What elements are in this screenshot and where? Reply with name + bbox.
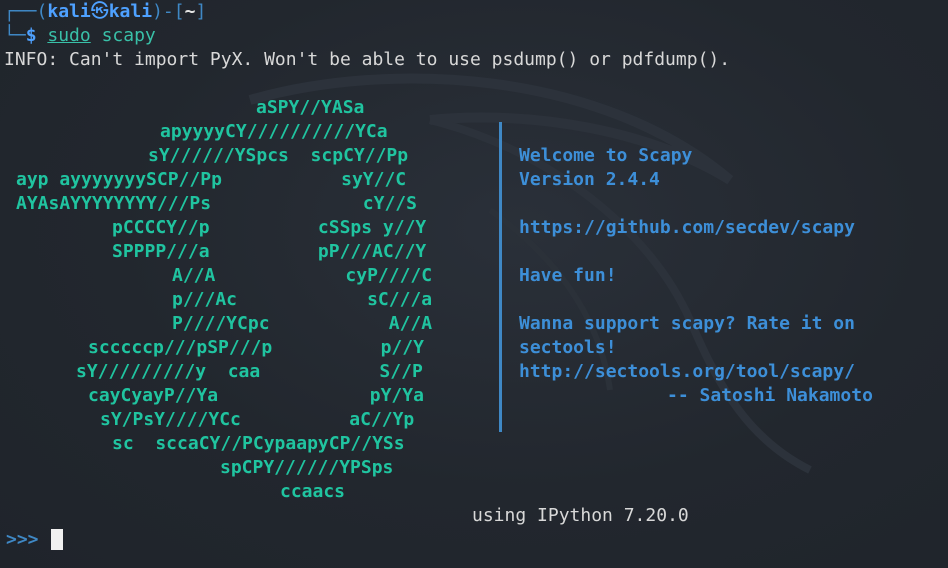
- ascii-art-line: cayCyayP//Ya pY/Ya: [88, 385, 424, 406]
- info-message: INFO: Can't import PyX. Won't be able to…: [4, 49, 731, 70]
- welcome-sectools-link[interactable]: http://sectools.org/tool/scapy/: [519, 360, 855, 384]
- ascii-art-line: sY//////YSpcs scpCY//Pp: [148, 145, 409, 166]
- ascii-art-line: spCPY//////YPSps: [220, 457, 394, 478]
- ascii-art-line: sY/////////y caa S//P: [76, 361, 423, 382]
- welcome-sectools-line: sectools!: [519, 337, 617, 358]
- ascii-art-line: p///Ac sC///a: [172, 289, 433, 310]
- welcome-divider-bar: [499, 122, 502, 432]
- text-cursor: [51, 529, 63, 550]
- ascii-art-line: scccccp///pSP///p p//Y: [88, 337, 424, 358]
- repl-prompt[interactable]: >>>: [6, 528, 39, 552]
- command-scapy: scapy: [101, 25, 156, 46]
- shell-prompt-header: ┌──(kali㉿kali)-[~]: [4, 0, 206, 24]
- prompt-skull-icon: ㉿: [90, 1, 109, 22]
- prompt-frame-close: ]: [195, 1, 207, 22]
- terminal-window[interactable]: ┌──(kali㉿kali)-[~] └─$ sudo scapy INFO: …: [0, 0, 948, 568]
- welcome-github-link[interactable]: https://github.com/secdev/scapy: [519, 216, 855, 240]
- welcome-title: Welcome to Scapy: [519, 145, 693, 166]
- ascii-art-line: sY/PsY////YCc aC//Yp: [100, 409, 415, 430]
- ascii-art-line: pCCCCY//p cSSps y//Y: [112, 217, 427, 238]
- ipython-version-line: using IPython 7.20.0: [472, 505, 689, 526]
- prompt-user: kali: [47, 1, 91, 22]
- ascii-art-line: aSPY//YASa: [256, 97, 365, 118]
- prompt-frame-mid: )-[: [152, 1, 185, 22]
- ascii-art-line: A//A cyP////C: [172, 265, 433, 286]
- ascii-art-line: SPPPP///a pP///AC//Y: [112, 241, 427, 262]
- prompt-frame-open: ┌──(: [4, 1, 48, 22]
- ascii-art-line: apyyyyCY//////////YCa: [160, 121, 388, 142]
- prompt-corner: └─: [4, 25, 26, 46]
- welcome-have-fun: Have fun!: [519, 265, 617, 286]
- command-sudo: sudo: [47, 25, 91, 46]
- ascii-art-line: P////YCpc A//A: [172, 313, 433, 334]
- welcome-version: Version 2.4.4: [519, 169, 660, 190]
- welcome-support-line: Wanna support scapy? Rate it on: [519, 313, 855, 334]
- prompt-dollar: $: [25, 25, 37, 46]
- ascii-art-line: ccaacs: [280, 481, 346, 502]
- welcome-quote-author: -- Satoshi Nakamoto: [667, 385, 873, 406]
- ascii-art-line: sc sccaCY//PCypaapyCP//YSs: [112, 433, 405, 454]
- ascii-art-line: AYAsAYYYYYYYY///Ps cY//S: [16, 193, 417, 214]
- shell-command-line: └─$ sudo scapy: [4, 24, 156, 48]
- prompt-cwd: ~: [184, 1, 196, 22]
- prompt-host: kali: [108, 1, 153, 22]
- ascii-art-line: ayp ayyyyyyySCP//Pp syY//C: [16, 169, 407, 190]
